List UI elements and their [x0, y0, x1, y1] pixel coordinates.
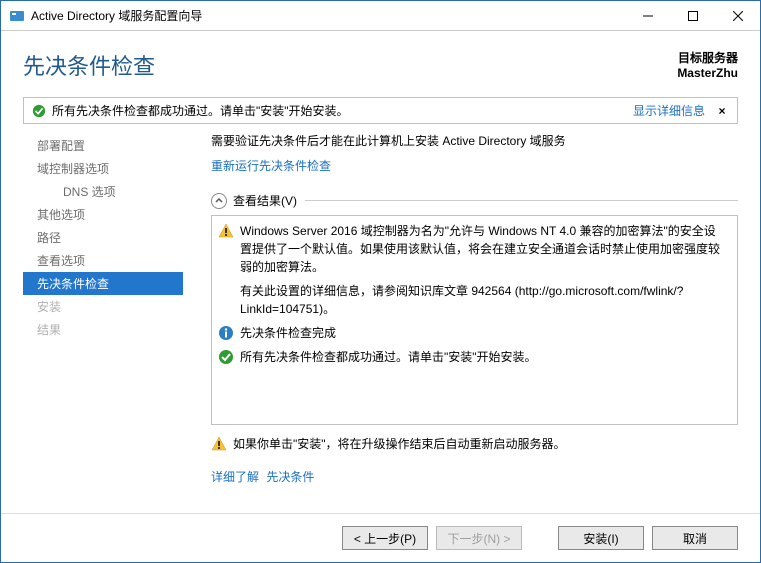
- rerun-check-link[interactable]: 重新运行先决条件检查: [211, 157, 738, 174]
- window-title: Active Directory 域服务配置向导: [31, 7, 625, 24]
- result-text: 有关此设置的详细信息，请参阅知识库文章 942564 (http://go.mi…: [240, 282, 727, 318]
- sidebar-item-4[interactable]: 路径: [23, 226, 183, 249]
- collapse-button[interactable]: [211, 193, 227, 209]
- page-title: 先决条件检查: [23, 49, 677, 81]
- sidebar-item-8: 结果: [23, 318, 183, 341]
- sidebar-item-2[interactable]: DNS 选项: [23, 180, 183, 203]
- spacer: [530, 526, 550, 550]
- result-text: 先决条件检查完成: [240, 324, 727, 342]
- header-row: 先决条件检查 目标服务器 MasterZhu: [1, 31, 760, 91]
- result-row-0: Windows Server 2016 域控制器为名为"允许与 Windows …: [218, 222, 727, 276]
- sidebar-item-5[interactable]: 查看选项: [23, 249, 183, 272]
- cancel-button[interactable]: 取消: [652, 526, 738, 550]
- warning-footer-text: 如果你单击"安装"，将在升级操作结束后自动重新启动服务器。: [233, 435, 566, 452]
- show-details-link[interactable]: 显示详细信息: [633, 102, 705, 119]
- target-label: 目标服务器: [677, 49, 738, 66]
- titlebar: Active Directory 域服务配置向导: [1, 1, 760, 31]
- info-icon: [218, 325, 234, 341]
- prev-button[interactable]: < 上一步(P): [342, 526, 428, 550]
- button-row: < 上一步(P) 下一步(N) > 安装(I) 取消: [1, 513, 760, 562]
- sidebar-item-7: 安装: [23, 295, 183, 318]
- wizard-window: Active Directory 域服务配置向导 先决条件检查 目标服务器 Ma…: [0, 0, 761, 563]
- sidebar-item-0[interactable]: 部署配置: [23, 134, 183, 157]
- app-icon: [9, 8, 25, 24]
- result-row-1: 有关此设置的详细信息，请参阅知识库文章 942564 (http://go.mi…: [218, 282, 727, 318]
- main-panel: 需要验证先决条件后才能在此计算机上安装 Active Directory 域服务…: [183, 130, 738, 513]
- next-button: 下一步(N) >: [436, 526, 522, 550]
- intro-text: 需要验证先决条件后才能在此计算机上安装 Active Directory 域服务: [211, 132, 738, 149]
- success-icon: [32, 104, 46, 118]
- warning-icon: [218, 223, 234, 239]
- result-row-3: 所有先决条件检查都成功通过。请单击"安装"开始安装。: [218, 348, 727, 366]
- warning-footer: 如果你单击"安装"，将在升级操作结束后自动重新启动服务器。: [211, 435, 738, 452]
- target-server-box: 目标服务器 MasterZhu: [677, 49, 738, 80]
- section-title: 查看结果(V): [233, 192, 297, 209]
- footer-links: 详细了解 先决条件: [211, 468, 738, 485]
- result-text: 所有先决条件检查都成功通过。请单击"安装"开始安装。: [240, 348, 727, 366]
- chevron-up-icon: [215, 197, 223, 205]
- install-button[interactable]: 安装(I): [558, 526, 644, 550]
- result-text: Windows Server 2016 域控制器为名为"允许与 Windows …: [240, 222, 727, 276]
- close-button[interactable]: [715, 1, 760, 30]
- status-close-button[interactable]: ×: [715, 104, 729, 118]
- minimize-icon: [643, 11, 653, 21]
- close-icon: [733, 11, 743, 21]
- minimize-button[interactable]: [625, 1, 670, 30]
- status-bar: 所有先决条件检查都成功通过。请单击"安装"开始安装。 显示详细信息 ×: [23, 97, 738, 124]
- sidebar-item-6[interactable]: 先决条件检查: [23, 272, 183, 295]
- sidebar-item-1[interactable]: 域控制器选项: [23, 157, 183, 180]
- sidebar: 部署配置域控制器选项DNS 选项其他选项路径查看选项先决条件检查安装结果: [23, 130, 183, 513]
- success-icon: [218, 349, 234, 365]
- result-row-2: 先决条件检查完成: [218, 324, 727, 342]
- body-row: 部署配置域控制器选项DNS 选项其他选项路径查看选项先决条件检查安装结果 需要验…: [1, 130, 760, 513]
- learn-more-link[interactable]: 详细了解: [211, 470, 259, 484]
- blank-icon: [218, 283, 234, 299]
- client-area: 先决条件检查 目标服务器 MasterZhu 所有先决条件检查都成功通过。请单击…: [1, 31, 760, 562]
- window-controls: [625, 1, 760, 30]
- results-box[interactable]: Windows Server 2016 域控制器为名为"允许与 Windows …: [211, 215, 738, 425]
- divider-line: [305, 200, 738, 201]
- maximize-button[interactable]: [670, 1, 715, 30]
- maximize-icon: [688, 11, 698, 21]
- target-server-name: MasterZhu: [677, 66, 738, 80]
- status-text: 所有先决条件检查都成功通过。请单击"安装"开始安装。: [52, 102, 633, 119]
- sidebar-item-3[interactable]: 其他选项: [23, 203, 183, 226]
- results-section-header: 查看结果(V): [211, 192, 738, 209]
- prerequisites-link[interactable]: 先决条件: [266, 470, 314, 484]
- warning-icon: [211, 436, 227, 452]
